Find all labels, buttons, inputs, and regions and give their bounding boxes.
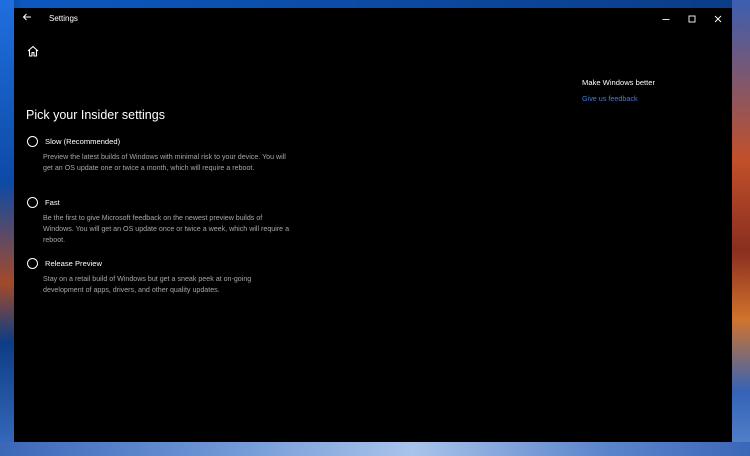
maximize-icon — [688, 15, 696, 23]
wallpaper-left-edge — [0, 0, 14, 456]
title-bar: Settings — [14, 8, 732, 30]
option-slow: Slow (Recommended) Preview the latest bu… — [27, 135, 297, 174]
minimize-button[interactable] — [654, 10, 678, 28]
page-title: Pick your Insider settings — [26, 108, 165, 122]
radio-row-slow[interactable]: Slow (Recommended) — [27, 135, 297, 147]
close-button[interactable] — [706, 10, 730, 28]
radio-button-slow[interactable] — [27, 135, 38, 147]
give-feedback-link[interactable]: Give us feedback — [582, 94, 722, 103]
window-title: Settings — [49, 14, 78, 23]
side-panel-title: Make Windows better — [582, 78, 656, 87]
option-label[interactable]: Slow (Recommended) — [45, 137, 120, 146]
settings-window: Settings Pick your Insider settings Slow… — [14, 8, 732, 442]
option-fast: Fast Be the first to give Microsoft feed… — [27, 196, 297, 246]
wallpaper-right-edge — [732, 0, 750, 456]
option-description: Be the first to give Microsoft feedback … — [43, 214, 290, 244]
maximize-button[interactable] — [680, 10, 704, 28]
radio-button-fast[interactable] — [27, 196, 38, 208]
radio-row-release-preview[interactable]: Release Preview — [27, 257, 297, 269]
back-button[interactable] — [20, 12, 34, 26]
option-label[interactable]: Fast — [45, 198, 60, 207]
option-description: Stay on a retail build of Windows but ge… — [43, 275, 252, 294]
minimize-icon — [662, 19, 670, 20]
home-button[interactable] — [26, 44, 42, 60]
radio-row-fast[interactable]: Fast — [27, 196, 297, 208]
close-icon — [714, 15, 722, 23]
option-label[interactable]: Release Preview — [45, 259, 102, 268]
back-arrow-icon — [22, 13, 31, 21]
radio-button-release-preview[interactable] — [27, 257, 38, 269]
option-release-preview: Release Preview Stay on a retail build o… — [27, 257, 297, 296]
wallpaper-bottom-edge — [0, 442, 750, 456]
option-description: Preview the latest builds of Windows wit… — [43, 153, 286, 172]
home-icon — [27, 45, 39, 57]
side-panel: Make Windows better Give us feedback — [582, 78, 722, 103]
